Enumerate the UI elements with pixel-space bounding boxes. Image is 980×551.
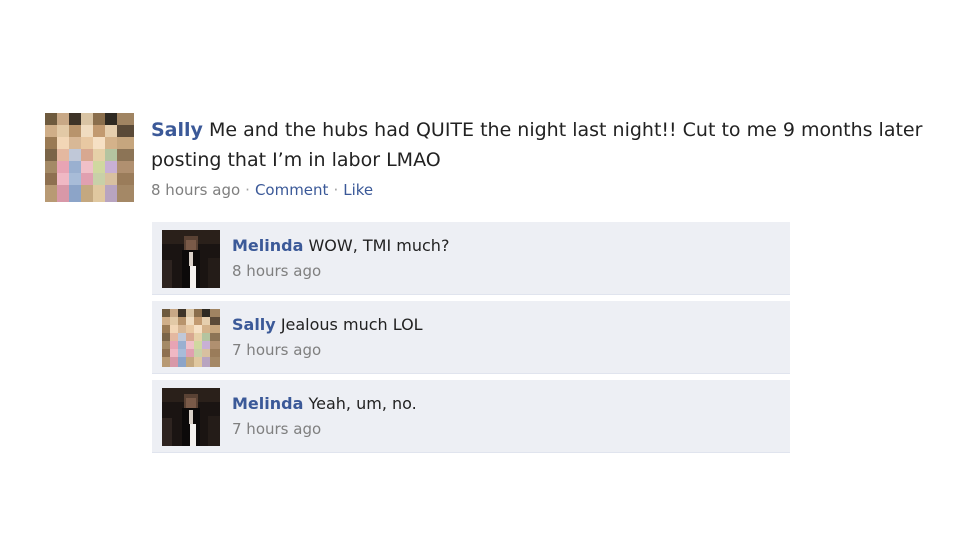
- meta-separator: ·: [333, 181, 339, 199]
- pixelated-photo-icon: [45, 113, 134, 202]
- post-author-name[interactable]: Sally: [151, 119, 203, 141]
- comment-author-name[interactable]: Melinda: [232, 394, 303, 413]
- comment-message: Jealous much LOL: [280, 315, 423, 334]
- comment-body: Melinda Yeah, um, no. 7 hours ago: [232, 392, 780, 440]
- comment-author-avatar[interactable]: [162, 230, 220, 288]
- pixelated-photo-icon: [162, 309, 220, 367]
- comment-message: WOW, TMI much?: [308, 236, 450, 255]
- post-message: Me and the hubs had QUITE the night last…: [151, 119, 923, 171]
- meta-separator: ·: [245, 181, 250, 199]
- person-photo-icon: [162, 230, 220, 288]
- post-timestamp: 8 hours ago: [151, 181, 241, 199]
- comment-text-line: Sally Jealous much LOL: [232, 313, 780, 337]
- comment-author-avatar[interactable]: [162, 388, 220, 446]
- facebook-post-screenshot: Sally Me and the hubs had QUITE the nigh…: [0, 0, 980, 551]
- comment-timestamp: 7 hours ago: [232, 420, 322, 438]
- comment-item: Melinda Yeah, um, no. 7 hours ago: [152, 380, 790, 453]
- post-meta: 8 hours ago · Comment · Like: [151, 180, 951, 200]
- post-author-avatar[interactable]: [45, 113, 134, 202]
- comment-timestamp: 8 hours ago: [232, 262, 322, 280]
- comment-author-name[interactable]: Sally: [232, 315, 276, 334]
- comment-body: Melinda WOW, TMI much? 8 hours ago: [232, 234, 780, 282]
- comment-timestamp: 7 hours ago: [232, 341, 322, 359]
- person-photo-icon: [162, 388, 220, 446]
- post-text-line: Sally Me and the hubs had QUITE the nigh…: [151, 115, 951, 175]
- comment-link[interactable]: Comment: [255, 181, 329, 199]
- comment-author-name[interactable]: Melinda: [232, 236, 303, 255]
- comment-item: Sally Jealous much LOL 7 hours ago: [152, 301, 790, 374]
- comment-body: Sally Jealous much LOL 7 hours ago: [232, 313, 780, 361]
- comment-text-line: Melinda Yeah, um, no.: [232, 392, 780, 416]
- like-link[interactable]: Like: [343, 181, 373, 199]
- comments-list: Melinda WOW, TMI much? 8 hours ago Sally…: [152, 222, 790, 459]
- comment-message: Yeah, um, no.: [308, 394, 417, 413]
- comment-text-line: Melinda WOW, TMI much?: [232, 234, 780, 258]
- comment-author-avatar[interactable]: [162, 309, 220, 367]
- comment-item: Melinda WOW, TMI much? 8 hours ago: [152, 222, 790, 295]
- post-body: Sally Me and the hubs had QUITE the nigh…: [151, 115, 951, 200]
